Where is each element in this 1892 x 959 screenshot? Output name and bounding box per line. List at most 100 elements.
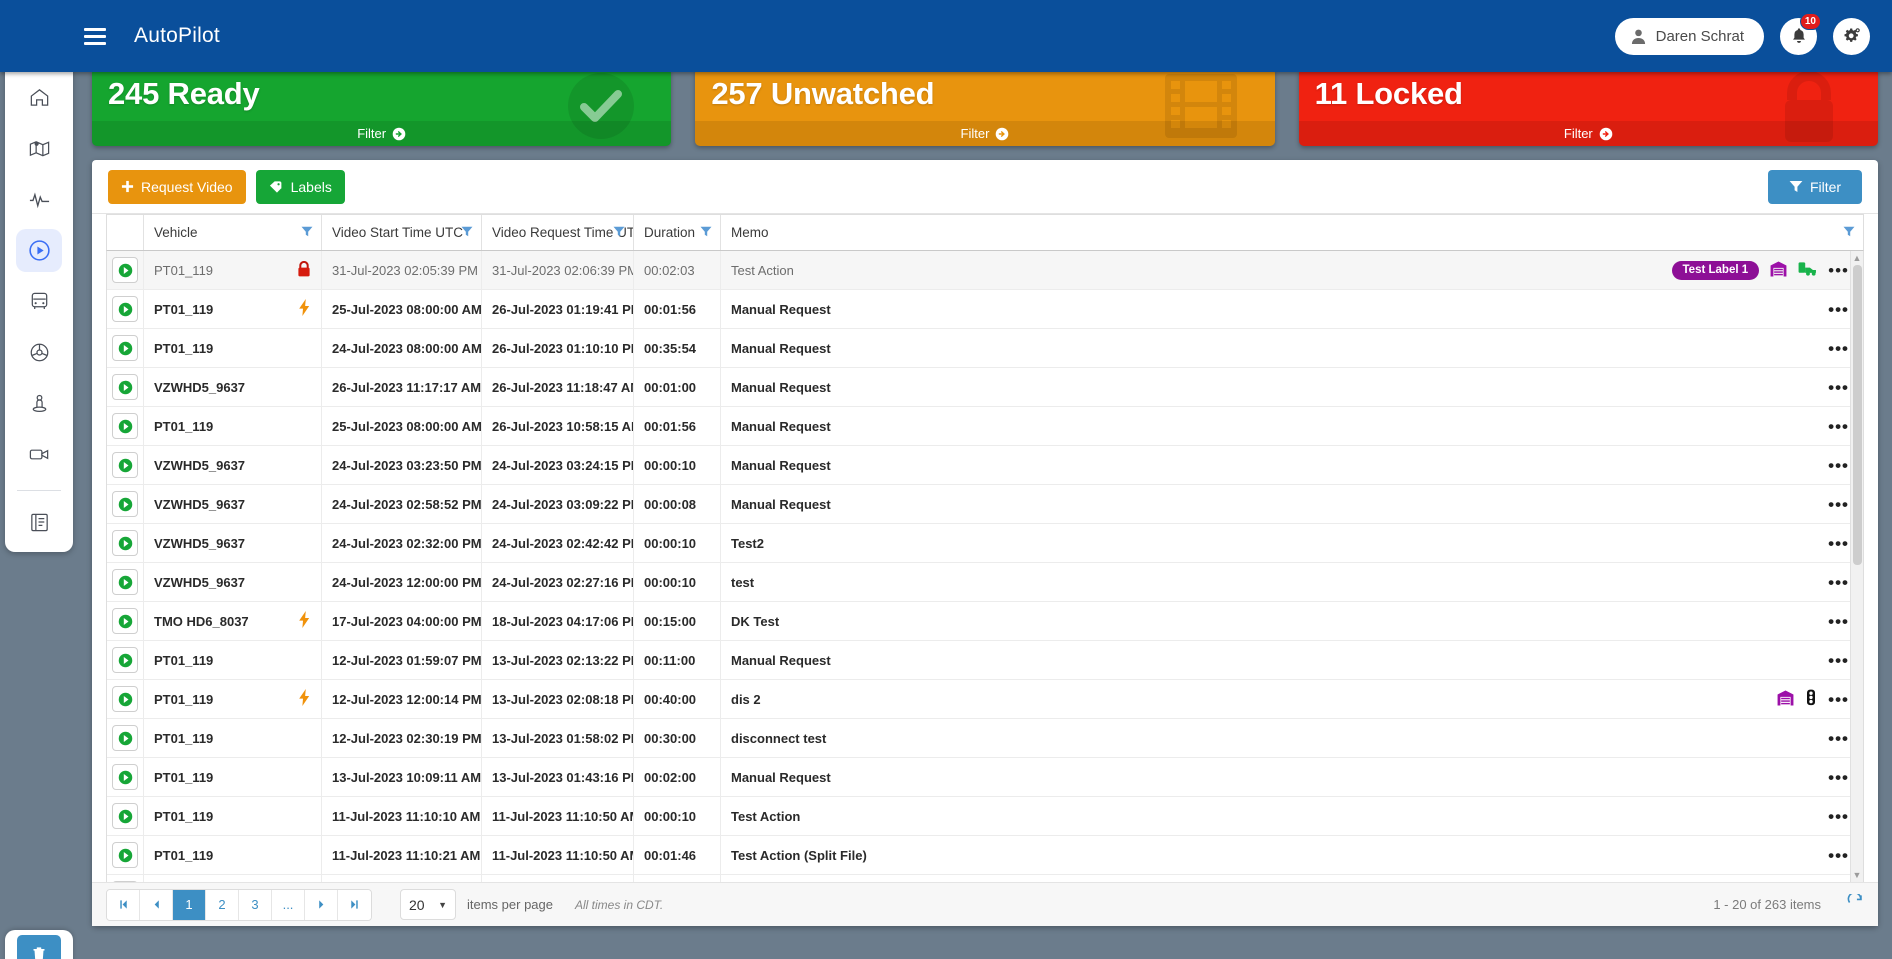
table-row[interactable]: PT01_119 25-Jul-2023 08:00:00 AM 26-Jul-20… (107, 407, 1863, 446)
play-button[interactable] (112, 647, 138, 673)
play-button[interactable] (112, 881, 138, 882)
row-request-time: 24-Jul-2023 03:24:15 PM (482, 446, 634, 484)
sidebar-item-map[interactable] (16, 127, 62, 170)
play-button[interactable] (112, 764, 138, 790)
play-button[interactable] (112, 803, 138, 829)
page-next-button[interactable] (305, 889, 338, 920)
kpi-filter-locked[interactable]: Filter (1298, 121, 1878, 146)
page-ellipsis[interactable]: ... (272, 889, 305, 920)
row-actions-menu[interactable]: ••• (1828, 379, 1849, 396)
row-actions-menu[interactable]: ••• (1828, 574, 1849, 591)
row-label-chip[interactable]: Test Label 1 (1671, 260, 1760, 280)
row-actions-menu[interactable]: ••• (1828, 535, 1849, 552)
row-actions-menu[interactable]: ••• (1828, 418, 1849, 435)
page-last-button[interactable] (338, 889, 371, 920)
table-row[interactable]: VZWHD5_9637 24-Jul-2023 02:58:52 PM 24-Jul… (107, 485, 1863, 524)
row-actions-menu[interactable]: ••• (1828, 652, 1849, 669)
scroll-up-icon[interactable]: ▲ (1853, 253, 1862, 263)
scroll-thumb[interactable] (1853, 265, 1862, 565)
table-row[interactable]: VZWHD5_9637 24-Jul-2023 03:23:50 PM 24-Jul… (107, 446, 1863, 485)
grid-filter-request[interactable] (613, 225, 625, 240)
page-button-3[interactable]: 3 (239, 889, 272, 920)
grid-filter-vehicle[interactable] (301, 225, 313, 240)
row-actions-menu[interactable]: ••• (1828, 262, 1849, 279)
table-row[interactable]: VZWHD5_9637 26-Jul-2023 11:17:17 AM 26-Jul… (107, 368, 1863, 407)
play-button[interactable] (112, 842, 138, 868)
row-actions-menu[interactable]: ••• (1828, 340, 1849, 357)
table-row[interactable]: PT01_119 24-Jul-2023 08:00:00 AM 26-Jul-20… (107, 329, 1863, 368)
kpi-card-locked[interactable]: 11 Locked Filter (1298, 68, 1878, 146)
row-actions-menu[interactable]: ••• (1828, 301, 1849, 318)
play-button[interactable] (112, 296, 138, 322)
row-actions-menu[interactable]: ••• (1828, 847, 1849, 864)
labels-button[interactable]: Labels (255, 169, 345, 204)
grid-filter-memo[interactable] (1843, 225, 1855, 240)
play-button[interactable] (112, 530, 138, 556)
sidebar-item-home[interactable] (16, 76, 62, 119)
hamburger-icon[interactable] (84, 22, 112, 50)
table-row[interactable]: PT01_119 11-Jul-2023 11:10:21 AM 11-Jul-20… (107, 836, 1863, 875)
play-button[interactable] (112, 335, 138, 361)
play-button[interactable] (112, 491, 138, 517)
table-row[interactable]: PT01_119 11-Jul-2023 11:10:10 AM 11-Jul-20… (107, 797, 1863, 836)
play-button[interactable] (112, 452, 138, 478)
play-button[interactable] (112, 686, 138, 712)
play-button[interactable] (112, 725, 138, 751)
sidebar-item-fleet[interactable] (16, 280, 62, 323)
grid-filter-duration[interactable] (700, 225, 712, 240)
row-start-time: 25-Jul-2023 08:00:00 AM (322, 407, 482, 445)
page-button-1[interactable]: 1 (173, 889, 206, 920)
row-actions-menu[interactable]: ••• (1828, 808, 1849, 825)
row-actions-menu[interactable]: ••• (1828, 691, 1849, 708)
kpi-filter-unwatched[interactable]: Filter (695, 121, 1275, 146)
sidebar-item-reports[interactable] (16, 501, 62, 544)
scroll-down-icon[interactable]: ▼ (1853, 870, 1862, 880)
vehicle-green-icon[interactable] (1798, 261, 1817, 280)
table-row[interactable]: TMO HD6_8037 17-Jul-2023 04:00:00 PM 18-Ju… (107, 602, 1863, 641)
page-first-button[interactable] (107, 889, 140, 920)
table-row[interactable]: VZWHD5_9637 24-Jul-2023 12:00:00 PM 24-Jul… (107, 563, 1863, 602)
table-row[interactable]: PT01_11911-Jul-2023 11:04:00 AM11-Jul-20… (107, 875, 1863, 882)
delete-button[interactable] (17, 935, 61, 959)
notifications-button[interactable]: 10 (1780, 12, 1821, 55)
sidebar-item-passenger[interactable] (16, 382, 62, 425)
page-prev-button[interactable] (140, 889, 173, 920)
play-button[interactable] (112, 569, 138, 595)
play-button[interactable] (112, 374, 138, 400)
play-button[interactable] (112, 257, 138, 283)
table-row[interactable]: PT01_119 13-Jul-2023 10:09:11 AM 13-Jul-20… (107, 758, 1863, 797)
sidebar-item-activity[interactable] (16, 178, 62, 221)
grid-scrollbar[interactable]: ▲ ▼ (1850, 251, 1863, 882)
table-row[interactable]: PT01_119 12-Jul-2023 02:30:19 PM 13-Jul-20… (107, 719, 1863, 758)
filter-button[interactable]: Filter (1768, 169, 1862, 204)
page-button-2[interactable]: 2 (206, 889, 239, 920)
sidebar-item-video[interactable] (16, 229, 62, 272)
row-actions-menu[interactable]: ••• (1828, 769, 1849, 786)
table-row[interactable]: PT01_119 12-Jul-2023 12:00:14 PM 13-Jul-20… (107, 680, 1863, 719)
page-size-select[interactable]: 20 ▼ (400, 889, 456, 920)
garage-icon[interactable] (1777, 689, 1794, 709)
kpi-card-ready[interactable]: 245 Ready Filter (92, 68, 672, 146)
garage-icon[interactable] (1770, 260, 1787, 280)
table-row[interactable]: PT01_119 31-Jul-2023 02:05:39 PM 31-Jul-20… (107, 251, 1863, 290)
kpi-filter-ready[interactable]: Filter (92, 121, 672, 146)
table-row[interactable]: VZWHD5_9637 24-Jul-2023 02:32:00 PM 24-Jul… (107, 524, 1863, 563)
row-play-cell (107, 602, 144, 640)
row-actions-menu[interactable]: ••• (1828, 730, 1849, 747)
row-actions-menu[interactable]: ••• (1828, 457, 1849, 474)
settings-button[interactable] (1833, 17, 1870, 55)
play-button[interactable] (112, 608, 138, 634)
user-menu-button[interactable]: Daren Schrat (1614, 17, 1764, 55)
kpi-card-unwatched[interactable]: 257 Unwatched Filter (695, 68, 1275, 146)
sidebar-item-driver[interactable] (16, 331, 62, 374)
table-row[interactable]: PT01_119 12-Jul-2023 01:59:07 PM 13-Jul-20… (107, 641, 1863, 680)
row-actions-menu[interactable]: ••• (1828, 613, 1849, 630)
sidebar-item-camera[interactable] (16, 433, 62, 476)
grid-filter-start[interactable] (461, 225, 473, 240)
row-actions-menu[interactable]: ••• (1828, 496, 1849, 513)
refresh-button[interactable] (1847, 891, 1864, 916)
request-video-button[interactable]: Request Video (108, 169, 246, 204)
table-row[interactable]: PT01_119 25-Jul-2023 08:00:00 AM 26-Jul-20… (107, 290, 1863, 329)
play-button[interactable] (112, 413, 138, 439)
traffic-light-icon[interactable] (1805, 689, 1817, 709)
